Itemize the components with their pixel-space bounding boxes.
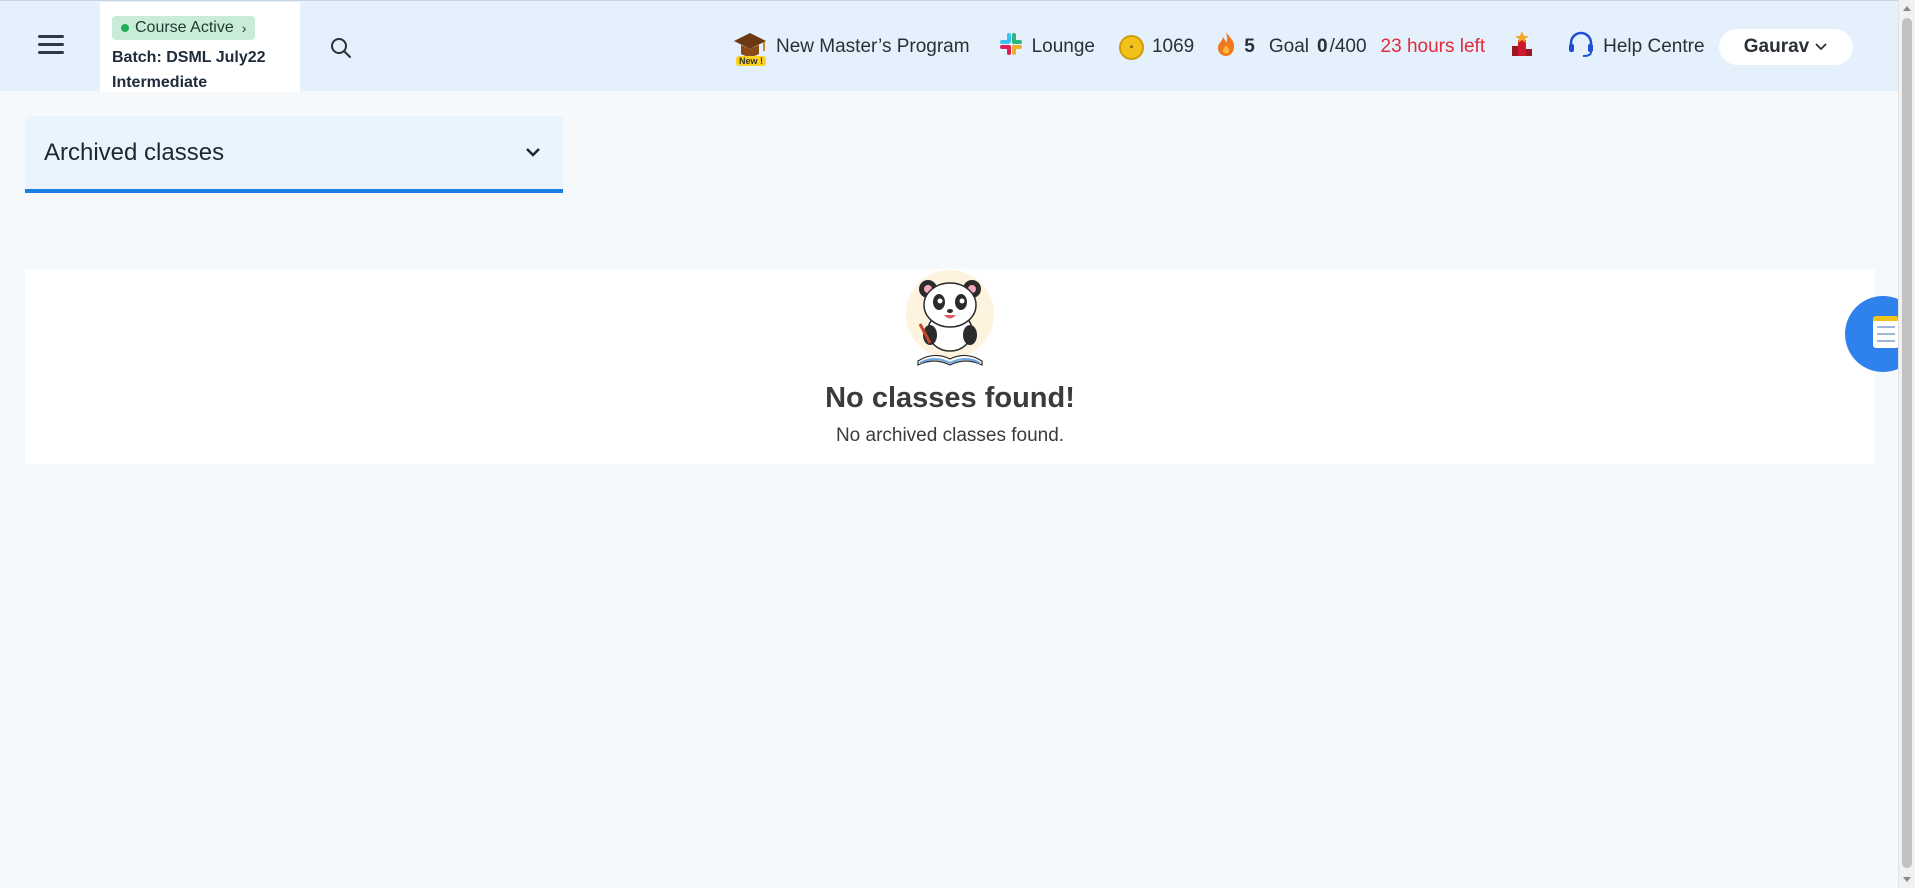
coins-counter[interactable]: ▪ 1069 [1118, 34, 1195, 60]
course-status-badge[interactable]: Course Active › [112, 16, 256, 40]
goal-prefix: Goal [1268, 36, 1309, 57]
new-badge: New ! [736, 56, 767, 66]
masters-program-label: New Master’s Program [776, 36, 970, 57]
page-scrollbar[interactable] [1898, 0, 1915, 888]
headset-icon [1567, 30, 1595, 64]
empty-state-subtitle: No archived classes found. [835, 425, 1065, 446]
header-actions: New ! New Master’s Program Lounge ▪ 1069… [732, 29, 1853, 66]
search-icon[interactable] [330, 37, 352, 59]
scroll-down-arrow-icon[interactable] [1903, 877, 1911, 882]
top-navbar: Course Active › Batch: DSML July22 Inter… [0, 0, 1898, 92]
chevron-right-icon: › [241, 20, 247, 36]
daily-goal: Goal 0 /400 [1269, 36, 1367, 58]
chevron-down-icon [1815, 40, 1827, 54]
goal-done-value: 0 [1316, 36, 1328, 57]
fire-icon [1216, 31, 1236, 63]
help-centre-label: Help Centre [1603, 36, 1705, 57]
streak-value: 5 [1244, 36, 1255, 57]
class-filter-dropdown[interactable]: Archived classes [25, 116, 563, 193]
slack-icon [998, 31, 1024, 63]
empty-state-panel: No classes found! No archived classes fo… [25, 269, 1875, 464]
user-name: Gaurav [1743, 36, 1810, 57]
batch-name: Batch: DSML July22 Intermediate [112, 45, 288, 95]
empty-state-title: No classes found! [825, 382, 1075, 414]
trophy-icon [1511, 30, 1533, 64]
scroll-up-arrow-icon[interactable] [1903, 6, 1911, 11]
new-masters-program-link[interactable]: New ! New Master’s Program [732, 29, 970, 66]
coin-icon: ▪ [1118, 34, 1144, 60]
graduation-cap-icon: New ! [732, 29, 768, 66]
batch-line-2: Intermediate [112, 74, 208, 91]
goal-total-value: /400 [1329, 36, 1367, 57]
lounge-link[interactable]: Lounge [998, 31, 1095, 63]
dropdown-selected-label: Archived classes [44, 138, 225, 166]
batch-card: Course Active › Batch: DSML July22 Inter… [100, 2, 300, 92]
lounge-label: Lounge [1031, 36, 1095, 57]
scrollbar-thumb[interactable] [1902, 18, 1912, 868]
notepad-icon [1873, 316, 1899, 348]
time-left-text: 23 hours left [1380, 36, 1486, 57]
help-centre-link[interactable]: Help Centre [1567, 30, 1705, 64]
status-dot-icon [121, 24, 129, 32]
coins-value: 1069 [1151, 36, 1195, 57]
hamburger-menu-icon[interactable] [38, 35, 64, 55]
panda-reading-illustration [900, 269, 1000, 369]
streak-counter[interactable]: 5 [1216, 31, 1255, 63]
chevron-down-icon [525, 144, 541, 162]
user-menu-button[interactable]: Gaurav [1718, 29, 1853, 65]
batch-line-1: Batch: DSML July22 [112, 49, 266, 66]
course-status-label: Course Active [135, 19, 234, 36]
leaderboard-button[interactable] [1511, 30, 1533, 64]
